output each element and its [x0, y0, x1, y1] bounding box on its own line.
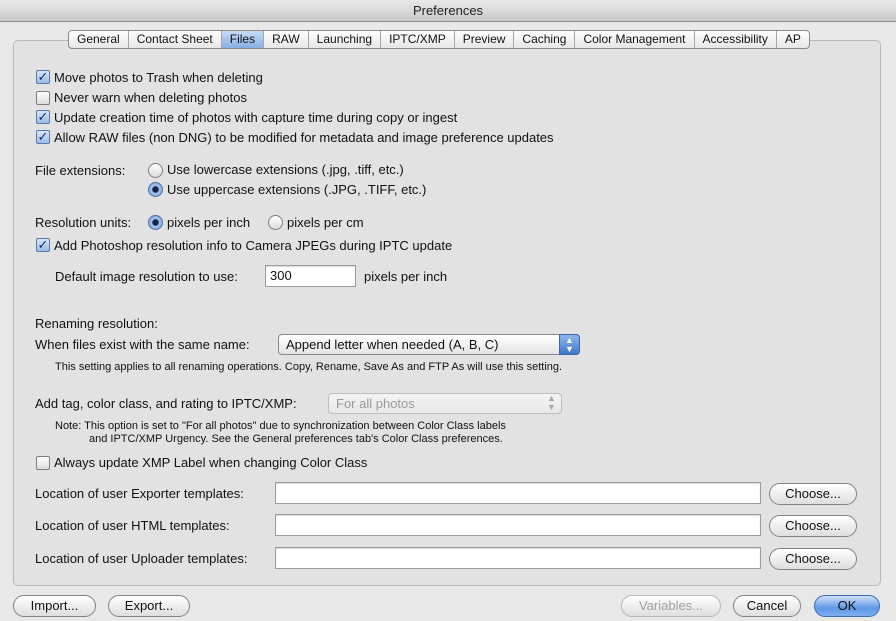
- exporter-templates-label: Location of user Exporter templates:: [35, 486, 244, 501]
- renaming-heading: Renaming resolution:: [35, 316, 158, 331]
- same-name-popup[interactable]: Append letter when needed (A, B, C) ▲ ▼: [278, 334, 580, 355]
- default-resolution-label: Default image resolution to use:: [55, 269, 238, 284]
- always-update-checkbox[interactable]: [36, 456, 50, 470]
- update-creation-label: Update creation time of photos with capt…: [54, 110, 458, 125]
- tab-iptc-xmp[interactable]: IPTC/XMP: [381, 31, 455, 48]
- same-name-label: When files exist with the same name:: [35, 337, 250, 352]
- up-down-arrows-icon: ▲ ▼: [547, 393, 556, 412]
- variables-button[interactable]: Variables...: [621, 595, 721, 617]
- file-extensions-label: File extensions:: [35, 163, 126, 178]
- tab-launching[interactable]: Launching: [309, 31, 382, 48]
- exporter-templates-field[interactable]: [275, 482, 761, 504]
- up-down-arrows-icon: ▲ ▼: [559, 334, 580, 355]
- cancel-button[interactable]: Cancel: [733, 595, 801, 617]
- uploader-choose-button[interactable]: Choose...: [769, 548, 857, 570]
- tab-preview[interactable]: Preview: [455, 31, 515, 48]
- tab-ap[interactable]: AP: [777, 31, 809, 48]
- move-trash-label: Move photos to Trash when deleting: [54, 70, 263, 85]
- iptc-popup[interactable]: For all photos ▲ ▼: [328, 393, 562, 414]
- window-title: Preferences: [0, 0, 896, 22]
- allow-raw-label: Allow RAW files (non DNG) to be modified…: [54, 130, 554, 145]
- lowercase-extensions-label: Use lowercase extensions (.jpg, .tiff, e…: [167, 162, 404, 177]
- same-name-value: Append letter when needed (A, B, C): [286, 337, 499, 352]
- pixels-per-cm-label: pixels per cm: [287, 215, 364, 230]
- allow-raw-checkbox[interactable]: ✓: [36, 130, 50, 144]
- uppercase-extensions-radio[interactable]: [148, 182, 163, 197]
- lowercase-extensions-radio[interactable]: [148, 163, 163, 178]
- export-button[interactable]: Export...: [108, 595, 190, 617]
- html-choose-button[interactable]: Choose...: [769, 515, 857, 537]
- add-photoshop-label: Add Photoshop resolution info to Camera …: [54, 238, 453, 253]
- move-trash-checkbox[interactable]: ✓: [36, 70, 50, 84]
- tab-accessibility[interactable]: Accessibility: [695, 31, 777, 48]
- tab-caching[interactable]: Caching: [514, 31, 576, 48]
- checkmark-icon: ✓: [37, 129, 49, 144]
- always-update-label: Always update XMP Label when changing Co…: [54, 455, 368, 470]
- pixels-per-inch-label: pixels per inch: [167, 215, 251, 230]
- checkmark-icon: ✓: [37, 69, 49, 84]
- html-templates-field[interactable]: [275, 514, 761, 536]
- uploader-templates-field[interactable]: [275, 547, 761, 569]
- checkmark-icon: ✓: [37, 109, 49, 124]
- tab-raw[interactable]: RAW: [264, 31, 309, 48]
- import-button[interactable]: Import...: [13, 595, 96, 617]
- pixels-per-inch-radio[interactable]: [148, 215, 163, 230]
- exporter-choose-button[interactable]: Choose...: [769, 483, 857, 505]
- resolution-units-label: Resolution units:: [35, 215, 132, 230]
- iptc-note-line2: and IPTC/XMP Urgency. See the General pr…: [89, 433, 503, 445]
- never-warn-label: Never warn when deleting photos: [54, 90, 247, 105]
- iptc-label: Add tag, color class, and rating to IPTC…: [35, 396, 297, 411]
- uploader-templates-label: Location of user Uploader templates:: [35, 551, 248, 566]
- add-photoshop-checkbox[interactable]: ✓: [36, 238, 50, 252]
- default-resolution-field[interactable]: 300: [265, 265, 356, 287]
- renaming-note: This setting applies to all renaming ope…: [55, 361, 563, 373]
- update-creation-checkbox[interactable]: ✓: [36, 110, 50, 124]
- iptc-value: For all photos: [336, 396, 415, 411]
- tab-contact-sheet[interactable]: Contact Sheet: [129, 31, 222, 48]
- never-warn-checkbox[interactable]: [36, 91, 50, 105]
- tab-general[interactable]: General: [69, 31, 129, 48]
- preferences-tab-bar: General Contact Sheet Files RAW Launchin…: [68, 30, 810, 49]
- default-resolution-unit: pixels per inch: [364, 269, 448, 284]
- ok-button[interactable]: OK: [814, 595, 880, 617]
- checkmark-icon: ✓: [37, 237, 49, 252]
- tab-files[interactable]: Files: [221, 31, 265, 48]
- iptc-note-line1: Note: This option is set to "For all pho…: [55, 420, 506, 432]
- uppercase-extensions-label: Use uppercase extensions (.JPG, .TIFF, e…: [167, 182, 427, 197]
- html-templates-label: Location of user HTML templates:: [35, 518, 230, 533]
- pixels-per-cm-radio[interactable]: [268, 215, 283, 230]
- tab-color-management[interactable]: Color Management: [575, 31, 695, 48]
